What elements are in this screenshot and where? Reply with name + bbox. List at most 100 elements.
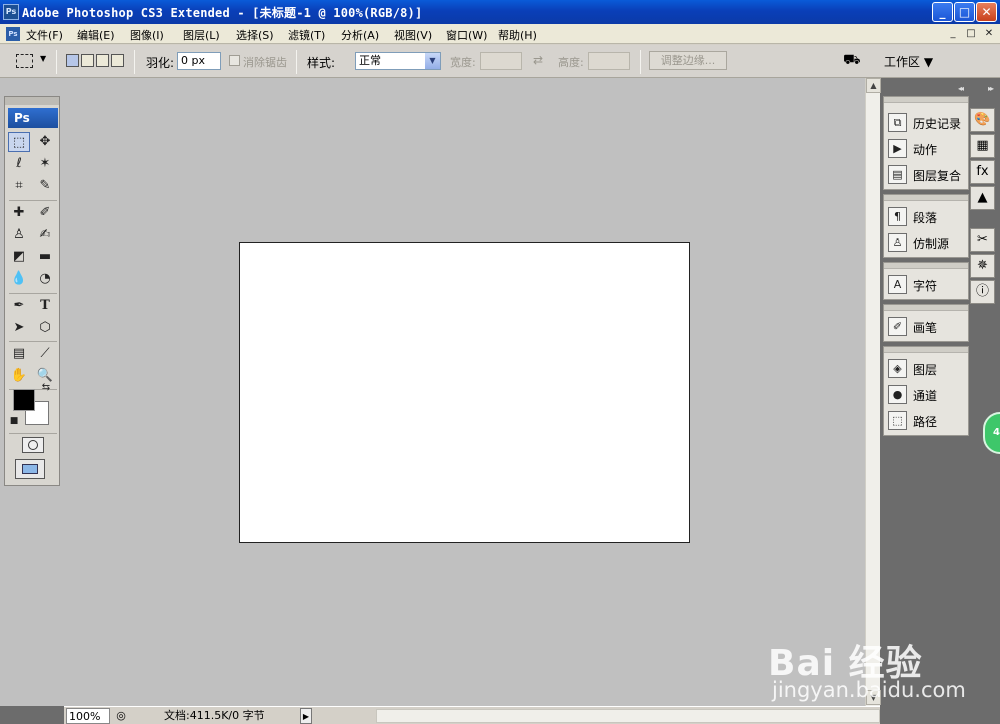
rect-marquee-preset-icon[interactable] (16, 54, 33, 68)
vertical-scrollbar[interactable]: ▲ ▼ (865, 78, 881, 706)
clone-stamp-tool-icon[interactable]: ♙ (8, 225, 30, 245)
horizontal-scrollbar[interactable] (376, 709, 880, 723)
feather-input[interactable]: 0 px (177, 52, 221, 70)
close-button[interactable]: ✕ (976, 2, 997, 22)
shape-tool-icon[interactable]: ⬡ (34, 318, 56, 338)
healing-brush-tool-icon[interactable]: ✚ (8, 203, 30, 223)
styles-panel-icon[interactable]: fx (970, 160, 995, 184)
menu-layer[interactable]: 图层(L) (183, 27, 220, 43)
menu-file[interactable]: 文件(F) (26, 27, 63, 43)
title-bar: Ps Adobe Photoshop CS3 Extended - [未标题-1… (0, 0, 1000, 24)
status-icon[interactable]: ◎ (114, 708, 128, 724)
notes-tool-icon[interactable]: ▤ (8, 344, 30, 364)
panel-item-paragraph[interactable]: ¶ 段落 (886, 204, 966, 228)
panel-grip[interactable] (884, 97, 968, 103)
status-menu-arrow-icon[interactable]: ▶ (300, 708, 312, 724)
workspace-menu[interactable]: 工作区 ▼ (884, 53, 933, 70)
panel-grip[interactable] (884, 347, 968, 353)
scroll-up-icon[interactable]: ▲ (866, 78, 881, 93)
new-selection-mode-icon[interactable] (66, 54, 79, 67)
panel-group-layers: ◈ 图层 ● 通道 ⬚ 路径 (883, 346, 969, 436)
subtract-selection-mode-icon[interactable] (96, 54, 109, 67)
panel-item-layers[interactable]: ◈ 图层 (886, 356, 966, 380)
maximize-button[interactable]: □ (954, 2, 975, 22)
panel-grip[interactable] (884, 263, 968, 269)
histogram-panel-icon[interactable]: ▲ (970, 186, 995, 210)
type-tool-icon[interactable]: T (34, 296, 56, 316)
history-brush-tool-icon[interactable]: ✍ (34, 225, 56, 245)
default-colors-icon[interactable]: ■ (8, 415, 20, 427)
magic-wand-tool-icon[interactable]: ✶ (34, 154, 56, 174)
minimize-button[interactable]: _ (932, 2, 953, 22)
panel-item-channels[interactable]: ● 通道 (886, 382, 966, 406)
menu-select[interactable]: 选择(S) (236, 27, 274, 43)
panel-item-history[interactable]: ⧉ 历史记录 (886, 110, 966, 134)
lasso-tool-icon[interactable]: ℓ (8, 154, 30, 174)
collapse-arrows-icon[interactable]: ▸▸ (988, 84, 994, 93)
menu-window[interactable]: 窗口(W) (446, 27, 487, 43)
antialias-label: 消除锯齿 (243, 56, 287, 69)
style-select[interactable]: 正常 ▼ (355, 52, 441, 70)
rectangular-marquee-tool-icon[interactable]: ⬚ (8, 132, 30, 152)
menu-image[interactable]: 图像(I) (130, 27, 164, 43)
crop-tool-icon[interactable]: ⌗ (8, 176, 30, 196)
document-ps-icon[interactable]: Ps (6, 27, 20, 41)
tools-separator (9, 433, 57, 434)
doc-close-button[interactable]: ✕ (982, 28, 996, 40)
panel-label: 历史记录 (913, 117, 962, 131)
swatches-panel-icon[interactable]: ▦ (970, 134, 995, 158)
panel-item-actions[interactable]: ▶ 动作 (886, 136, 966, 160)
panel-grip[interactable] (884, 195, 968, 201)
document-workspace[interactable]: ▲ ▼ (0, 78, 881, 706)
width-input[interactable] (480, 52, 522, 70)
document-canvas[interactable] (239, 242, 690, 543)
gradient-tool-icon[interactable]: ▬ (34, 247, 56, 267)
bridge-icon[interactable]: ⛟ (843, 52, 865, 70)
swap-colors-icon[interactable]: ⇆ (39, 381, 53, 395)
panel-item-brushes[interactable]: ✐ 画笔 (886, 314, 966, 338)
menu-filter[interactable]: 滤镜(T) (288, 27, 325, 43)
eyedropper-tool-icon[interactable]: ⟋ (34, 344, 56, 364)
move-tool-icon[interactable]: ✥ (34, 132, 56, 152)
tool-presets-panel-icon[interactable]: ✂ (970, 228, 995, 252)
antialias-checkbox[interactable] (229, 55, 240, 66)
tools-separator (9, 200, 57, 201)
intersect-selection-mode-icon[interactable] (111, 54, 124, 67)
panel-item-paths[interactable]: ⬚ 路径 (886, 408, 966, 432)
panel-item-clone-source[interactable]: ♙ 仿制源 (886, 230, 966, 254)
swap-dimensions-icon[interactable]: ⇄ (533, 53, 543, 67)
eraser-tool-icon[interactable]: ◩ (8, 247, 30, 267)
panel-grip[interactable] (884, 305, 968, 311)
path-selection-tool-icon[interactable]: ➤ (8, 318, 30, 338)
doc-minimize-button[interactable]: _ (946, 28, 960, 40)
foreground-color-swatch[interactable] (13, 389, 35, 411)
menu-edit[interactable]: 编辑(E) (77, 27, 115, 43)
doc-restore-button[interactable]: □ (964, 28, 978, 40)
tools-panel: Ps ⬚ ✥ ℓ ✶ ⌗ ✎ ✚ ✐ ♙ ✍ ◩ ▬ 💧 ◔ ✒ T ➤ ⬡ ▤… (4, 96, 60, 486)
collapse-arrows-icon[interactable]: ◂◂ (958, 84, 964, 93)
screen-mode-button[interactable] (15, 459, 45, 479)
blur-tool-icon[interactable]: 💧 (8, 269, 30, 289)
height-input[interactable] (588, 52, 630, 70)
dodge-tool-icon[interactable]: ◔ (34, 269, 56, 289)
zoom-level-field[interactable]: 100% (66, 708, 110, 724)
navigator-panel-icon[interactable]: ✵ (970, 254, 995, 278)
menu-analysis[interactable]: 分析(A) (341, 27, 379, 43)
info-panel-icon[interactable]: ⓘ (970, 280, 995, 304)
tools-grip[interactable] (5, 97, 59, 105)
panel-item-character[interactable]: A 字符 (886, 272, 966, 296)
slice-tool-icon[interactable]: ✎ (34, 176, 56, 196)
pen-tool-icon[interactable]: ✒ (8, 296, 30, 316)
color-panel-icon[interactable]: 🎨 (970, 108, 995, 132)
options-separator (134, 50, 135, 74)
panel-item-layer-comps[interactable]: ▤ 图层复合 (886, 162, 966, 186)
preset-dropdown-icon[interactable]: ▼ (40, 54, 46, 63)
add-selection-mode-icon[interactable] (81, 54, 94, 67)
menu-help[interactable]: 帮助(H) (498, 27, 537, 43)
brush-tool-icon[interactable]: ✐ (34, 203, 56, 223)
menu-view[interactable]: 视图(V) (394, 27, 432, 43)
refine-edge-button[interactable]: 调整边缘... (649, 51, 727, 70)
hand-tool-icon[interactable]: ✋ (8, 366, 30, 386)
quick-mask-button[interactable] (22, 437, 44, 453)
chevron-down-icon[interactable]: ▼ (425, 53, 440, 69)
